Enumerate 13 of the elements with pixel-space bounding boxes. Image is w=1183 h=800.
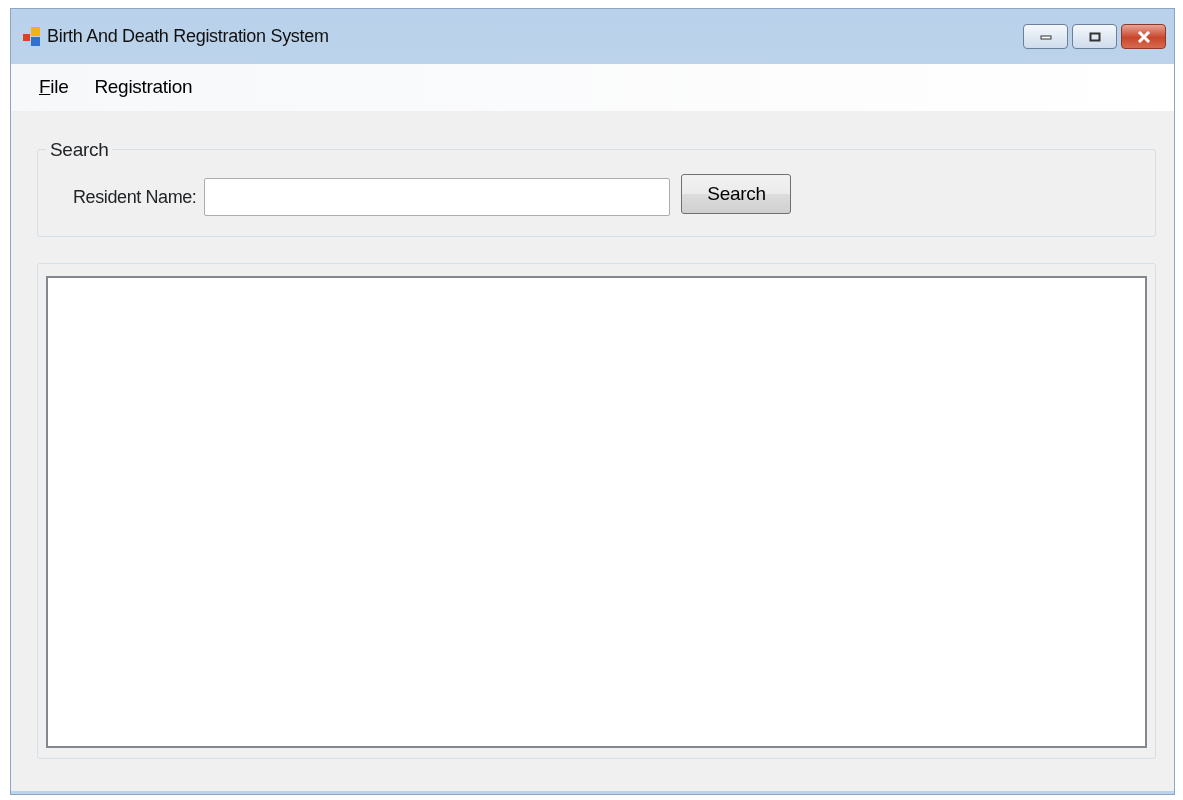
window-title: Birth And Death Registration System [47,25,329,48]
menu-item[interactable]: File [31,71,77,104]
minimize-button[interactable] [1023,24,1068,49]
maximize-button[interactable] [1072,24,1117,49]
menu-item[interactable]: Registration [86,71,201,104]
close-icon [1136,30,1151,43]
resident-name-field[interactable] [204,178,671,216]
search-button[interactable]: Search [681,174,792,214]
close-button[interactable] [1121,24,1166,49]
app-icon [23,26,41,47]
field-label: Resident Name: [73,185,197,209]
maximize-icon [1088,31,1101,42]
minimize-icon [1039,33,1052,40]
